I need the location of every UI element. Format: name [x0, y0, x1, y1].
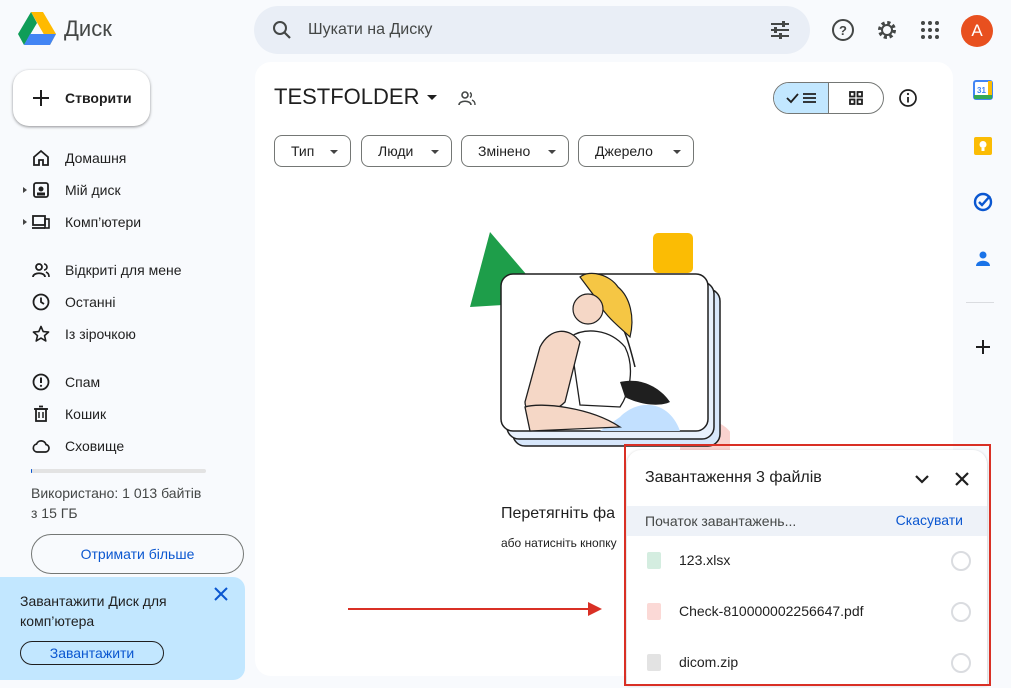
- expand-caret-icon[interactable]: [23, 187, 27, 193]
- view-toggle[interactable]: [773, 82, 884, 114]
- sidebar-item-label: Домашня: [65, 150, 127, 166]
- calendar-icon[interactable]: 31: [973, 80, 993, 100]
- folder-title-dropdown[interactable]: TESTFOLDER: [274, 84, 438, 110]
- filter-chip-source[interactable]: Джерело: [578, 135, 694, 167]
- folder-title: TESTFOLDER: [274, 84, 420, 109]
- chevron-down-icon: [431, 150, 439, 154]
- empty-state-subtitle: або натисніть кнопку: [501, 536, 617, 550]
- tasks-icon[interactable]: [973, 192, 993, 212]
- spam-icon: [32, 373, 50, 391]
- chevron-down-icon: [673, 150, 681, 154]
- sidebar-item-recent[interactable]: Останні: [0, 286, 240, 318]
- drive-logo[interactable]: Диск: [18, 12, 112, 46]
- sidebar-item-label: Кошик: [65, 406, 107, 422]
- list-view-button[interactable]: [774, 83, 829, 113]
- expand-caret-icon[interactable]: [23, 219, 27, 225]
- sidebar-item-trash[interactable]: Кошик: [0, 398, 240, 430]
- search-options-icon[interactable]: [768, 18, 792, 42]
- clock-icon: [32, 293, 50, 311]
- sidebar-item-label: Мій диск: [65, 182, 121, 198]
- rail-divider: [966, 302, 994, 303]
- filter-label: Змінено: [478, 143, 531, 159]
- sidebar-item-shared[interactable]: Відкриті для мене: [0, 254, 240, 286]
- grid-view-button[interactable]: [829, 83, 884, 113]
- annotation-highlight-box: [624, 444, 991, 686]
- plus-icon: [33, 90, 49, 106]
- download-desktop-button[interactable]: Завантажити: [20, 641, 164, 665]
- storage-usage-bar: [31, 469, 206, 473]
- search-bar[interactable]: [254, 6, 810, 54]
- settings-gear-icon[interactable]: [875, 18, 899, 42]
- computers-icon: [32, 215, 50, 229]
- sidebar-item-home[interactable]: Домашня: [0, 142, 240, 174]
- check-list-icon: [786, 93, 816, 104]
- sidebar-item-label: Останні: [65, 294, 116, 310]
- filter-chip-people[interactable]: Люди: [361, 135, 452, 167]
- sidebar-item-label: Комп’ютери: [65, 214, 142, 230]
- add-addon-plus-icon[interactable]: [973, 337, 993, 357]
- svg-text:31: 31: [977, 86, 986, 95]
- my-drive-icon: [33, 182, 49, 198]
- create-new-label: Створити: [65, 90, 132, 106]
- filter-label: Джерело: [595, 143, 653, 159]
- sidebar-item-starred[interactable]: Із зірочкою: [0, 318, 240, 350]
- contacts-icon[interactable]: [973, 248, 993, 268]
- promo-text: Завантажити Диск для комп’ютера: [20, 593, 167, 629]
- filter-chip-type[interactable]: Тип: [274, 135, 351, 167]
- sidebar-item-spam[interactable]: Спам: [0, 366, 240, 398]
- star-icon: [32, 325, 50, 342]
- drive-logo-icon: [18, 12, 56, 45]
- sidebar-item-label: Відкриті для мене: [65, 262, 182, 278]
- sidebar-item-label: Спам: [65, 374, 101, 390]
- home-icon: [33, 149, 49, 166]
- chevron-down-icon: [427, 94, 438, 100]
- chevron-down-icon: [548, 150, 556, 154]
- app-name: Диск: [64, 16, 112, 41]
- cloud-icon: [32, 440, 50, 453]
- search-icon[interactable]: [270, 18, 294, 42]
- storage-usage-text: Використано: 1 013 байтів з 15 ГБ: [31, 483, 221, 523]
- get-more-storage-button[interactable]: Отримати більше: [31, 534, 244, 574]
- chevron-down-icon: [330, 150, 338, 154]
- trash-icon: [34, 405, 48, 422]
- filter-chip-modified[interactable]: Змінено: [461, 135, 569, 167]
- keep-notes-icon[interactable]: [973, 136, 993, 156]
- sidebar-item-label: Сховище: [65, 438, 125, 454]
- sidebar-item-label: Із зірочкою: [65, 326, 136, 342]
- help-icon[interactable]: ?: [831, 18, 855, 42]
- annotation-arrow-icon: [348, 602, 602, 616]
- sidebar-item-my-drive[interactable]: Мій диск: [0, 174, 240, 206]
- filter-label: Тип: [291, 143, 315, 159]
- account-avatar[interactable]: A: [961, 15, 993, 47]
- empty-state-title: Перетягніть фа: [501, 505, 616, 522]
- storage-total-line: з 15 ГБ: [31, 505, 78, 521]
- sidebar-item-storage[interactable]: Сховище: [0, 430, 240, 462]
- empty-folder-illustration: [470, 232, 730, 462]
- shared-icon: [32, 263, 50, 278]
- grid-icon: [848, 91, 863, 105]
- sidebar-item-computers[interactable]: Комп’ютери: [0, 206, 240, 238]
- search-input[interactable]: [308, 21, 748, 39]
- info-icon[interactable]: [898, 88, 918, 108]
- svg-text:?: ?: [839, 23, 847, 38]
- filter-label: Люди: [378, 143, 414, 159]
- create-new-button[interactable]: Створити: [13, 70, 150, 126]
- share-people-icon[interactable]: [457, 88, 477, 108]
- close-icon[interactable]: [212, 585, 230, 603]
- storage-used-line: Використано: 1 013 байтів: [31, 485, 202, 501]
- apps-grid-icon[interactable]: [918, 18, 942, 42]
- desktop-promo-card: Завантажити Диск для комп’ютера Завантаж…: [0, 577, 245, 680]
